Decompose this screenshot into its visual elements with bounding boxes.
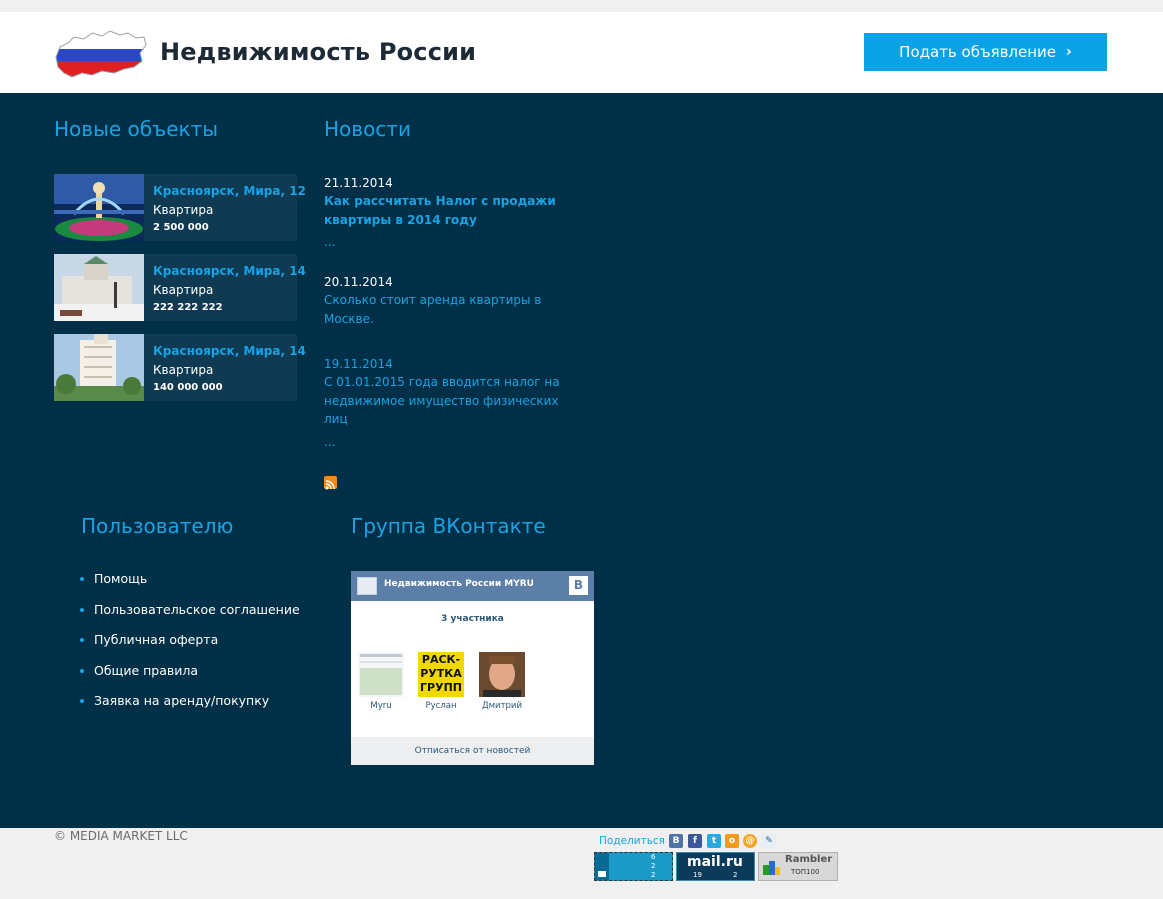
object-type: Квартира	[153, 283, 214, 297]
vk-members-count[interactable]: 3 участника	[351, 614, 594, 624]
object-address[interactable]: Красноярск, Мира, 14	[153, 344, 306, 358]
object-type: Квартира	[153, 203, 214, 217]
avatar-text: ГРУПП	[420, 681, 462, 694]
object-photo[interactable]	[54, 174, 144, 241]
object-card[interactable]: Красноярск, Мира, 14 Квартира 222 222 22…	[54, 254, 306, 321]
object-address[interactable]: Красноярск, Мира, 14	[153, 264, 306, 278]
member-name[interactable]: Myru	[358, 701, 404, 711]
news-more-link[interactable]: ...	[324, 435, 564, 449]
news-link[interactable]: Сколько стоит аренда квартиры в Москве.	[324, 291, 564, 328]
vk-group-title: Группа ВКонтакте	[351, 514, 546, 538]
member-avatar[interactable]: РАСК- РУТКА ГРУПП	[418, 652, 464, 697]
site-title[interactable]: Недвижимость России	[160, 38, 476, 66]
livejournal-icon[interactable]: ✎	[762, 834, 776, 848]
site-footer: © MEDIA MARKET LLC Поделиться B f t o @ …	[0, 828, 1163, 899]
vk-member[interactable]: Дмитрий	[479, 652, 525, 711]
user-link-agreement[interactable]: Пользовательское соглашение	[80, 602, 300, 633]
object-photo[interactable]	[54, 334, 144, 401]
rambler-counter[interactable]: Rambler ТОП100	[758, 852, 838, 881]
copyright: © MEDIA MARKET LLC	[54, 829, 188, 843]
post-ad-label: Подать объявление	[899, 43, 1057, 61]
object-type: Квартира	[153, 363, 214, 377]
russia-flag-map-icon[interactable]	[54, 27, 147, 81]
new-objects-title: Новые объекты	[54, 117, 219, 141]
news-item: 19.11.2014 С 01.01.2015 года вводится на…	[324, 355, 564, 449]
member-name[interactable]: Дмитрий	[479, 701, 525, 711]
user-link-rules[interactable]: Общие правила	[80, 663, 300, 694]
object-price: 222 222 222	[153, 302, 223, 313]
object-photo[interactable]	[54, 254, 144, 321]
user-link-offer[interactable]: Публичная оферта	[80, 632, 300, 663]
vk-widget-header[interactable]: Недвижимость России MYRU B	[351, 571, 594, 601]
user-section-title: Пользователю	[81, 514, 234, 538]
odnoklassniki-icon[interactable]: o	[725, 834, 739, 848]
top-strip	[0, 0, 1163, 12]
mailru-icon[interactable]: @	[743, 834, 757, 848]
rambler-logo-icon	[763, 861, 780, 875]
counter-value: 19	[693, 871, 702, 879]
avatar-text: РУТКА	[420, 667, 462, 680]
main-content: Новые объекты Красноярск, Мира, 12 Кварт…	[0, 93, 1163, 828]
object-card[interactable]: Красноярск, Мира, 14 Квартира 140 000 00…	[54, 334, 306, 401]
vk-group-name[interactable]: Недвижимость России MYRU	[384, 579, 534, 589]
member-avatar[interactable]	[358, 652, 404, 697]
rambler-logo: Rambler	[785, 854, 833, 865]
share-label[interactable]: Поделиться	[599, 835, 665, 847]
user-links-list: Помощь Пользовательское соглашение Публи…	[80, 571, 300, 724]
twitter-icon[interactable]: t	[707, 834, 721, 848]
avatar-text: РАСК-	[421, 653, 461, 666]
user-link-help[interactable]: Помощь	[80, 571, 300, 602]
member-name[interactable]: Руслан	[418, 701, 464, 711]
rambler-sub: ТОП100	[791, 868, 820, 876]
vk-member[interactable]: Myru	[358, 652, 404, 711]
site-header: Недвижимость России Подать объявление ›	[0, 12, 1163, 93]
object-price: 140 000 000	[153, 382, 223, 393]
chevron-right-icon: ›	[1066, 44, 1072, 60]
vk-unsubscribe-button[interactable]: Отписаться от новостей	[351, 737, 594, 765]
vk-member[interactable]: РАСК- РУТКА ГРУПП Руслан	[418, 652, 464, 711]
news-link[interactable]: Как рассчитать Налог с продажи квартиры …	[324, 192, 564, 229]
object-price: 2 500 000	[153, 222, 209, 233]
mailru-logo: mail.ru	[687, 854, 743, 870]
news-date: 20.11.2014	[324, 275, 393, 289]
group-avatar[interactable]	[357, 577, 377, 595]
news-item: 20.11.2014 Сколько стоит аренда квартиры…	[324, 273, 564, 328]
news-item: 21.11.2014 Как рассчитать Налог с продаж…	[324, 174, 564, 249]
counter-value: 2	[733, 871, 738, 879]
news-title: Новости	[324, 117, 411, 141]
news-link[interactable]: С 01.01.2015 года вводится налог на недв…	[324, 373, 564, 429]
news-date: 21.11.2014	[324, 176, 393, 190]
vk-logo-icon[interactable]: B	[569, 576, 588, 595]
vk-widget: Недвижимость России MYRU B 3 участника M…	[351, 571, 594, 765]
rss-icon[interactable]	[324, 476, 337, 490]
user-link-request[interactable]: Заявка на аренду/покупку	[80, 693, 300, 724]
object-card[interactable]: Красноярск, Мира, 12 Квартира 2 500 000	[54, 174, 306, 241]
post-ad-button[interactable]: Подать объявление ›	[864, 33, 1107, 71]
facebook-icon[interactable]: f	[688, 834, 702, 848]
liveinternet-counter[interactable]: 6 2 2	[594, 852, 673, 881]
news-more-link[interactable]: ...	[324, 235, 564, 249]
mailru-counter[interactable]: mail.ru 19 2	[676, 852, 755, 881]
object-address[interactable]: Красноярск, Мира, 12	[153, 184, 306, 198]
counter-value: 6	[651, 853, 656, 861]
vk-icon[interactable]: B	[669, 834, 683, 848]
counter-value: 2	[651, 862, 656, 870]
counter-value: 2	[651, 871, 656, 879]
news-date: 19.11.2014	[324, 357, 393, 371]
member-avatar[interactable]	[479, 652, 525, 697]
